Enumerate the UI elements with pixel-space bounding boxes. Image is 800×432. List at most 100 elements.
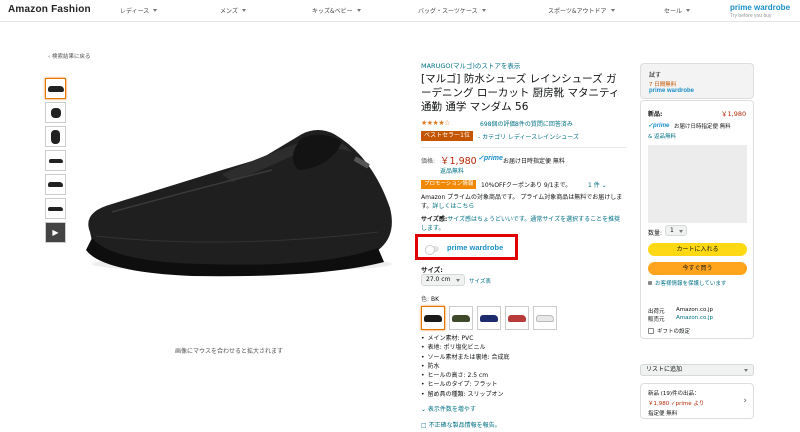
- shipping-info: お届け日時指定便 無料: [503, 158, 565, 165]
- chevron-down-icon: [481, 9, 486, 12]
- bullet-item: メイン素材: PVC: [421, 334, 509, 343]
- nav-item-sports[interactable]: スポーツ&アウトドア: [548, 6, 615, 15]
- shoe-thumbnail-image: [48, 182, 63, 187]
- prime-wardrobe-trial-box[interactable]: 試す 7 日間無料 prime wardrobe: [640, 63, 754, 99]
- buy-box: 新品: ￥1,980 ✓prime お届け日時指定便 無料 & 返品無料 数量:…: [640, 100, 754, 339]
- promo-badge: プロモーション情報: [421, 180, 477, 189]
- buybox-shipping: お届け日時指定便 無料: [674, 124, 731, 130]
- feature-bullets: メイン素材: PVC 表地: ポリ塩化ビニル ソール素材または裏地: 合成底 防…: [421, 334, 510, 399]
- price: ￥1,980: [440, 156, 477, 167]
- thumbnail-4[interactable]: [45, 150, 66, 171]
- size-select[interactable]: 27.0 cm: [421, 274, 465, 286]
- star-rating[interactable]: ★★★★☆: [421, 119, 450, 127]
- nav-item-ladies[interactable]: レディース: [120, 6, 158, 15]
- top-nav: Amazon Fashion レディース メンズ キッズ&ベビー バッグ・スーツ…: [0, 0, 800, 22]
- swatch-shoe-image: [536, 314, 554, 322]
- lock-icon: [648, 281, 652, 285]
- bullet-item: ヒールの高さ: 2.5 cm: [421, 371, 509, 380]
- divider: [421, 147, 626, 148]
- comment-icon: □: [421, 422, 429, 429]
- prime-badge: ✓prime: [478, 155, 503, 162]
- shoe-thumbnail-image: [48, 158, 63, 163]
- seller-row: 販売元 Amazon.co.jp: [648, 315, 714, 323]
- rating-count-link[interactable]: 698個の評価: [480, 119, 515, 128]
- add-to-cart-button[interactable]: カートに入れる: [648, 243, 747, 256]
- bullet-item: 留め具の種類: スリップオン: [421, 390, 509, 399]
- bullet-item: 防水: [421, 362, 509, 371]
- thumbnail-3[interactable]: [45, 126, 66, 147]
- chevron-down-icon: [356, 9, 361, 12]
- nav-item-bags[interactable]: バッグ・スーツケース: [418, 6, 486, 15]
- chevron-down-icon: [686, 9, 691, 12]
- prime-wardrobe-logo[interactable]: prime wardrobe Try before you buy: [730, 3, 790, 19]
- prime-wardrobe-toggle[interactable]: [425, 245, 439, 255]
- back-to-results-link[interactable]: ‹ 検索結果に戻る: [48, 52, 90, 60]
- swatch-shoe-image: [508, 314, 526, 322]
- color-swatch-khaki[interactable]: [449, 306, 473, 330]
- prime-note: Amazon プライムの対象商品です。 プライム対象商品は無料でお届けします。詳…: [421, 194, 623, 210]
- buybox-price: ￥1,980: [721, 110, 747, 118]
- free-returns-link[interactable]: 返品無料: [440, 166, 464, 175]
- secure-transaction-link[interactable]: お客様情報を保護しています: [648, 281, 748, 289]
- color-swatch-navy[interactable]: [477, 306, 501, 330]
- chevron-right-icon: ›: [743, 396, 747, 406]
- shoe-thumbnail-image: [48, 206, 63, 211]
- thumbnail-video[interactable]: ▶: [45, 222, 66, 243]
- shoe-thumbnail-image: [50, 107, 61, 118]
- gift-checkbox[interactable]: [648, 328, 654, 334]
- prime-details-link[interactable]: 詳しくはこちら: [432, 203, 474, 210]
- thumbnail-6[interactable]: [45, 198, 66, 219]
- swatch-shoe-image: [480, 314, 498, 322]
- color-swatch-white[interactable]: [533, 306, 557, 330]
- bullet-item: 表地: ポリ塩化ビニル: [421, 343, 509, 352]
- amazon-fashion-logo[interactable]: Amazon Fashion: [8, 4, 91, 15]
- quantity-label: 数量:: [648, 230, 663, 237]
- delivery-info-placeholder: [648, 145, 747, 223]
- swatch-shoe-image: [452, 314, 470, 322]
- bullet-item: ヒールのタイプ: フラット: [421, 380, 509, 389]
- bestseller-category-link[interactable]: - カテゴリ レディースレインシューズ: [478, 132, 579, 141]
- nav-item-sale[interactable]: セール: [664, 6, 691, 15]
- bullet-item: ソール素材または裏地: 合成底: [421, 353, 510, 362]
- product-title: [マルゴ] 防水シューズ レインシューズ ガーデニング ローカット 厨房靴 マタ…: [421, 73, 620, 114]
- other-offers-box[interactable]: 新品 (19)件の出品： ￥1,980 ✓prime より 指定便 無料 ›: [640, 383, 754, 419]
- play-icon: ▶: [52, 228, 59, 237]
- shipper-row: 出荷元 Amazon.co.jp: [648, 307, 714, 315]
- size-guide-link[interactable]: サイズ感はちょうどいいです。通常サイズを選択することを推奨します。: [421, 216, 620, 232]
- qa-count-link[interactable]: 8件の質問に回答済み: [515, 119, 573, 128]
- thumbnail-2[interactable]: [45, 102, 66, 123]
- swatch-shoe-image: [424, 314, 442, 322]
- chevron-down-icon: [153, 9, 158, 12]
- nav-item-mens[interactable]: メンズ: [220, 6, 246, 15]
- prime-wardrobe-label: prime wardrobe: [447, 243, 504, 252]
- chevron-down-icon: [610, 9, 615, 12]
- bestseller-badge: ベストセラー1位: [421, 131, 473, 141]
- show-more-link[interactable]: ⌄ 表示件数を増やす: [421, 404, 476, 413]
- promo-more-link[interactable]: 1 件 ⌄: [588, 180, 607, 189]
- nav-item-kids[interactable]: キッズ&ベビー: [312, 6, 361, 15]
- thumbnail-5[interactable]: [45, 174, 66, 195]
- seller-link[interactable]: Amazon.co.jp: [676, 315, 713, 321]
- price-label: 価格:: [421, 158, 436, 165]
- quantity-select[interactable]: 1: [665, 225, 687, 236]
- color-swatch-red[interactable]: [505, 306, 529, 330]
- shoe-thumbnail-image: [51, 129, 60, 144]
- gift-option[interactable]: ギフトの設定: [648, 327, 690, 335]
- zoom-hint: 画像にマウスを合わせると拡大されます: [175, 348, 284, 355]
- shoe-thumbnail-image: [47, 85, 64, 92]
- buy-now-button[interactable]: 今すぐ買う: [648, 262, 747, 275]
- add-to-list-button[interactable]: リストに追加: [640, 364, 754, 376]
- color-label: 色: BK: [421, 296, 440, 303]
- size-guide: サイズ感:サイズ感はちょうどいいです。通常サイズを選択することを推奨します。: [421, 216, 621, 232]
- color-swatch-black[interactable]: [421, 306, 445, 330]
- chevron-down-icon: [744, 369, 748, 372]
- buybox-returns-link[interactable]: & 返品無料: [648, 132, 676, 140]
- store-link[interactable]: MARUGO(マルゴ)のストアを表示: [421, 60, 520, 70]
- prime-badge: ✓prime: [648, 123, 670, 129]
- chevron-down-icon: [679, 230, 683, 233]
- size-chart-link[interactable]: サイズ表: [469, 277, 491, 285]
- main-product-image[interactable]: [72, 112, 402, 282]
- thumbnail-1[interactable]: [45, 78, 66, 99]
- report-link[interactable]: □ 不正確な製品情報を報告。: [421, 420, 501, 429]
- promo-text: 10%OFFクーポンあり 9/1まで。: [481, 182, 572, 189]
